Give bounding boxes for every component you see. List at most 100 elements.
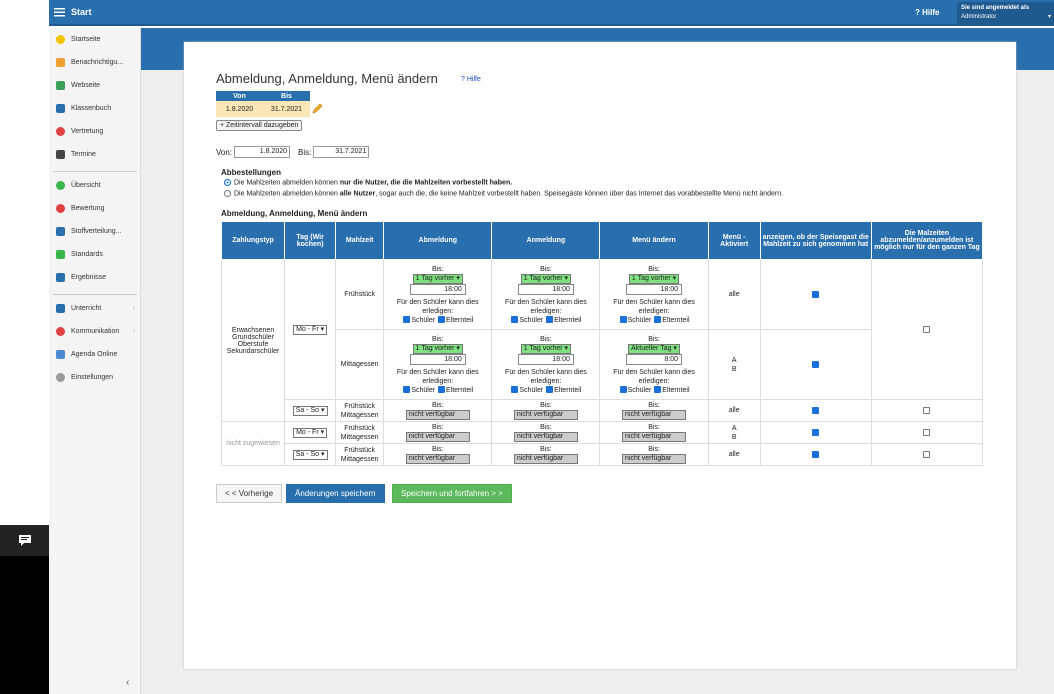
from-input[interactable]: 1.8.2020 bbox=[234, 146, 291, 158]
to-input[interactable]: 31.7.2021 bbox=[313, 146, 370, 158]
checkbox-schueler[interactable] bbox=[619, 316, 627, 324]
time-input[interactable]: 18:00 bbox=[409, 283, 466, 295]
help-link[interactable]: ? Hilfe bbox=[915, 8, 939, 17]
checkbox-schueler[interactable] bbox=[511, 386, 519, 394]
checkbox-elternteil[interactable] bbox=[546, 316, 554, 324]
deadline-select[interactable]: 1 Tag vorher ▾ bbox=[412, 343, 463, 354]
sidebar-item-vertretung[interactable]: Vertretung bbox=[49, 123, 141, 139]
unavailable-select[interactable]: nicht verfügbar bbox=[405, 410, 470, 420]
sidebar-item-einstellungen[interactable]: Einstellungen bbox=[49, 369, 141, 385]
checkbox-ganzer-tag[interactable] bbox=[923, 450, 931, 458]
from-label: Von: bbox=[216, 147, 233, 157]
time-input[interactable]: 8:00 bbox=[626, 353, 683, 365]
sidebar-item-kommunikation[interactable]: Kommunikation › bbox=[49, 323, 141, 339]
checkbox-schueler[interactable] bbox=[403, 386, 411, 394]
sidebar-item-webseite[interactable]: Webseite bbox=[49, 77, 141, 93]
unavailable-select[interactable]: nicht verfügbar bbox=[622, 432, 687, 442]
sidebar-item-startseite[interactable]: Startseite bbox=[49, 31, 141, 47]
checkbox-schueler[interactable] bbox=[403, 316, 411, 324]
pencil-icon bbox=[56, 349, 65, 359]
to-label: Bis: bbox=[298, 147, 312, 157]
deadline-select[interactable]: 1 Tag vorher ▾ bbox=[628, 273, 680, 284]
col-menue-aendern: Menü ändern bbox=[599, 221, 709, 260]
save-button[interactable]: Änderungen speichern bbox=[286, 484, 385, 503]
col-ganzer-tag: Die Malzeiten abzumelden/anzumelden ist … bbox=[870, 221, 984, 260]
time-input[interactable]: 18:00 bbox=[409, 353, 466, 365]
meal-name: Frühstück Mittagessen bbox=[335, 443, 385, 466]
sidebar-item-ergebnisse[interactable]: Ergebnisse bbox=[49, 269, 141, 285]
add-interval-button[interactable]: + Zeitintervall dazugeben bbox=[216, 120, 303, 131]
hamburger-menu-icon[interactable] bbox=[54, 6, 66, 18]
anmeldung-cell: Bis: 1 Tag vorher ▾ 18:00 Für den Schüler k… bbox=[491, 259, 601, 330]
sidebar-item-benachrichtigungen[interactable]: Benachrichtigu... bbox=[49, 54, 141, 70]
deadline-select[interactable]: 1 Tag vorher ▾ bbox=[520, 343, 572, 354]
envelope-icon bbox=[56, 57, 65, 67]
sidebar-item-unterricht[interactable]: Unterricht › bbox=[49, 300, 141, 316]
unavailable-select[interactable]: nicht verfügbar bbox=[513, 410, 578, 420]
sidebar-divider bbox=[53, 171, 137, 172]
edit-pencil-icon[interactable] bbox=[311, 103, 323, 115]
day-select[interactable]: Sa - So ▾ bbox=[292, 405, 328, 416]
checkbox-anzeigen[interactable] bbox=[812, 428, 820, 436]
checkbox-elternteil[interactable] bbox=[438, 316, 445, 324]
sidebar-item-stoffverteilung[interactable]: Stoffverteilung... bbox=[49, 223, 141, 239]
save-and-continue-button[interactable]: Speichern und fortfahren > > bbox=[392, 484, 512, 503]
checkbox-ganzer-tag[interactable] bbox=[923, 406, 931, 414]
checkbox-elternteil[interactable] bbox=[654, 386, 662, 394]
shield-icon bbox=[56, 249, 65, 259]
sidebar-item-standards[interactable]: Standards bbox=[49, 246, 141, 262]
unavailable-select[interactable]: nicht verfügbar bbox=[405, 432, 470, 442]
checkbox-anzeigen[interactable] bbox=[812, 360, 820, 368]
checkbox-anzeigen[interactable] bbox=[812, 450, 820, 458]
unavailable-select[interactable]: nicht verfügbar bbox=[513, 432, 578, 442]
aktiviert-value: AB bbox=[707, 421, 761, 444]
checkbox-schueler[interactable] bbox=[619, 386, 627, 394]
checkbox-elternteil[interactable] bbox=[546, 386, 554, 394]
deadline-select[interactable]: 1 Tag vorher ▾ bbox=[520, 273, 572, 284]
chat-button[interactable] bbox=[0, 525, 49, 556]
interval-to[interactable]: 31.7.2021 bbox=[263, 101, 310, 117]
checkbox-schueler[interactable] bbox=[511, 316, 519, 324]
collapse-sidebar-icon[interactable]: ‹ bbox=[126, 677, 129, 688]
check-circle-icon bbox=[56, 180, 65, 190]
time-input[interactable]: 18:00 bbox=[517, 353, 574, 365]
user-menu[interactable]: Sie sind angemeldet als Administrator ▾ bbox=[957, 2, 1054, 24]
aktiviert-value: alle bbox=[707, 443, 761, 466]
house-icon bbox=[56, 80, 65, 90]
day-select[interactable]: Mo - Fr ▾ bbox=[293, 324, 328, 335]
previous-button[interactable]: < < Vorherige bbox=[216, 484, 283, 503]
abbestellung-option-2[interactable]: Die Mahlzeiten abmelden können alle Nutz… bbox=[224, 190, 783, 197]
deadline-select[interactable]: 1 Tag vorher ▾ bbox=[412, 273, 463, 284]
checkbox-elternteil[interactable] bbox=[654, 316, 662, 324]
deadline-select[interactable]: Aktueller Tag ▾ bbox=[628, 343, 680, 354]
checkbox-anzeigen[interactable] bbox=[812, 290, 820, 298]
sidebar-item-uebersicht[interactable]: Übersicht bbox=[49, 177, 141, 193]
top-bar: Start ? Hilfe Sie sind angemeldet als Ad… bbox=[49, 0, 1054, 26]
interval-from[interactable]: 1.8.2020 bbox=[216, 101, 263, 117]
checkbox-ganzer-tag[interactable] bbox=[923, 325, 931, 333]
abmeldung-cell: Bis: 1 Tag vorher ▾ 18:00 Für den Schüler k… bbox=[383, 329, 493, 400]
day-select[interactable]: Sa - So ▾ bbox=[292, 449, 328, 460]
meal-name: Frühstück Mittagessen bbox=[335, 421, 385, 444]
sidebar-item-termine[interactable]: Termine bbox=[49, 146, 141, 162]
checkbox-elternteil[interactable] bbox=[438, 386, 445, 394]
radio-unselected[interactable] bbox=[224, 190, 231, 197]
time-input[interactable]: 18:00 bbox=[626, 283, 683, 295]
sidebar-item-agenda-online[interactable]: Agenda Online bbox=[49, 346, 141, 362]
sidebar: Startseite Benachrichtigu... Webseite Kl… bbox=[49, 28, 141, 694]
unavailable-select[interactable]: nicht verfügbar bbox=[622, 454, 687, 464]
content-card: Abmeldung, Anmeldung, Menü ändern ? Hilf… bbox=[184, 42, 1016, 669]
checkbox-ganzer-tag[interactable] bbox=[923, 428, 931, 436]
unavailable-select[interactable]: nicht verfügbar bbox=[513, 454, 578, 464]
radio-selected[interactable] bbox=[224, 179, 231, 186]
checkbox-anzeigen[interactable] bbox=[812, 406, 820, 414]
unavailable-select[interactable]: nicht verfügbar bbox=[405, 454, 470, 464]
unavailable-select[interactable]: nicht verfügbar bbox=[622, 410, 687, 420]
abbestellung-option-1[interactable]: Die Mahlzeiten abmelden können nur die N… bbox=[224, 179, 512, 186]
sidebar-item-bewertung[interactable]: Bewertung bbox=[49, 200, 141, 216]
time-input[interactable]: 18:00 bbox=[517, 283, 574, 295]
sidebar-item-klassenbuch[interactable]: Klassenbuch bbox=[49, 100, 141, 116]
day-select[interactable]: Mo - Fr ▾ bbox=[293, 427, 328, 438]
table-row: Sa - So ▾ Frühstück Mittagessen Bis: nicht… bbox=[222, 399, 984, 422]
page-help-link[interactable]: ? Hilfe bbox=[461, 76, 481, 83]
